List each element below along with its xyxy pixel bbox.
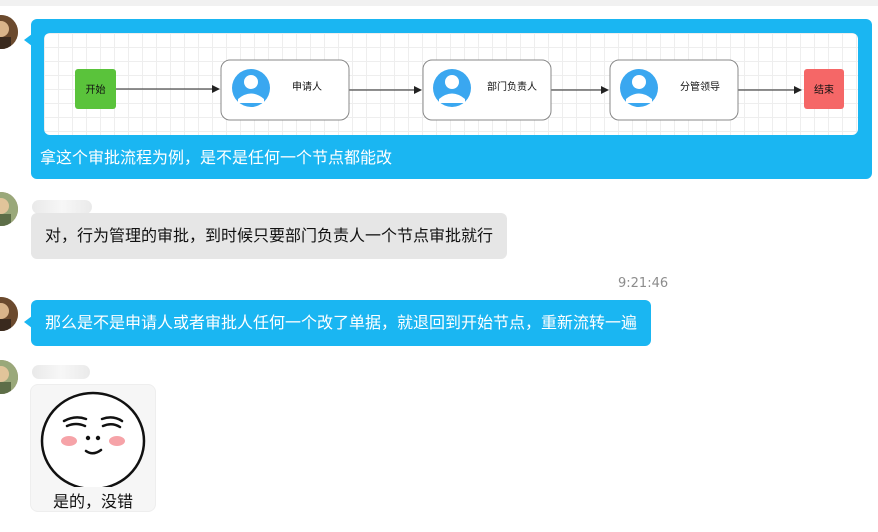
person-icon [620,69,658,107]
sticker-message[interactable]: 是的，没错 [30,384,156,512]
flow-node-end: 结束 [804,69,844,109]
flow-node-label: 结束 [814,83,834,96]
avatar[interactable] [0,297,18,331]
message-text: 那么是不是申请人或者审批人任何一个改了单据，就退回到开始节点，重新流转一遍 [45,313,638,332]
flow-diagram[interactable]: 开始 申请人 部门负责人 分管领导 结束 [44,33,858,135]
sender-name-blurred [32,365,90,379]
flow-diagram-svg: 开始 申请人 部门负责人 分管领导 结束 [75,59,844,121]
flow-node-label: 部门负责人 [487,80,537,93]
flow-node-applicant: 申请人 [220,59,350,121]
message-timestamp: 9:21:46 [618,276,669,291]
message-text: 对，行为管理的审批，到时候只要部门负责人一个节点审批就行 [45,226,494,245]
sticker-caption: 是的，没错 [52,492,133,511]
avatar[interactable] [0,192,18,226]
message-bubble[interactable]: 对，行为管理的审批，到时候只要部门负责人一个节点审批就行 [31,213,508,259]
flow-node-supervisor: 分管领导 [609,59,739,121]
top-divider [0,0,878,6]
flow-node-label: 开始 [86,83,106,96]
flow-node-label: 申请人 [292,80,322,93]
message-bubble[interactable]: 那么是不是申请人或者审批人任何一个改了单据，就退回到开始节点，重新流转一遍 [31,300,652,346]
avatar[interactable] [0,15,18,49]
smug-face-sticker [40,391,146,491]
avatar[interactable] [0,360,18,394]
flow-node-dept-head: 部门负责人 [422,59,552,121]
flow-node-label: 分管领导 [680,80,720,93]
sender-name-blurred [32,200,92,214]
person-icon [232,69,270,107]
flow-image-message[interactable]: 开始 申请人 部门负责人 分管领导 结束 拿这个审批流程为例，是不是任何一个节点… [31,19,872,179]
message-text: 拿这个审批流程为例，是不是任何一个节点都能改 [40,148,393,167]
person-icon [433,69,471,107]
flow-node-start: 开始 [75,69,116,109]
